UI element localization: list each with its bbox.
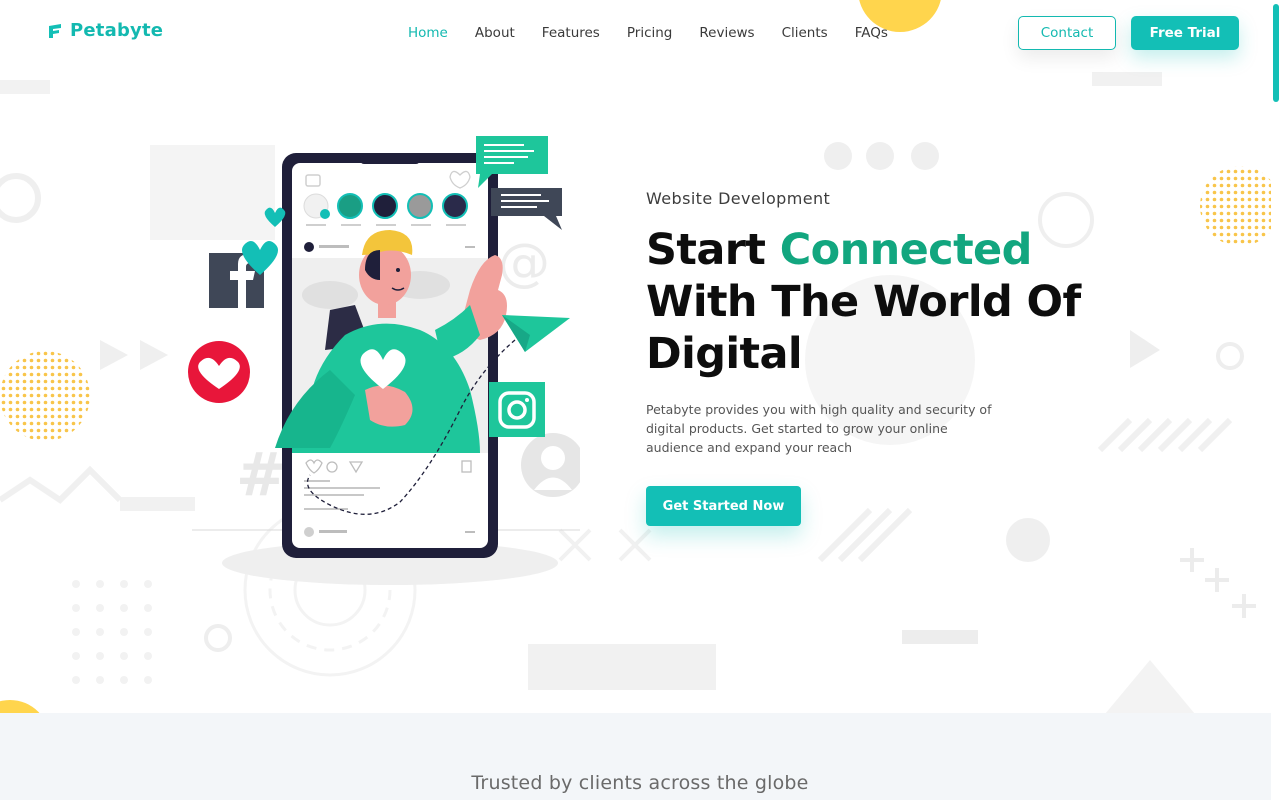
svg-text:@: @ [498, 233, 550, 293]
nav-link-about[interactable]: About [475, 24, 515, 42]
brand-name: Petabyte [70, 20, 164, 41]
user-avatar-icon [521, 433, 580, 497]
headline-line3: Digital [646, 329, 803, 379]
nav-link-features[interactable]: Features [542, 24, 600, 42]
petabyte-logo-icon [49, 23, 61, 38]
nav-link-home[interactable]: Home [408, 24, 448, 42]
scrollbar-thumb[interactable] [1273, 4, 1279, 102]
instagram-icon [489, 382, 545, 437]
paper-plane-icon [502, 315, 570, 352]
nav-link-clients[interactable]: Clients [782, 24, 828, 42]
nav-link-reviews[interactable]: Reviews [699, 24, 754, 42]
hero-eyebrow: Website Development [646, 189, 831, 208]
nav-link-pricing[interactable]: Pricing [627, 24, 673, 42]
get-started-button[interactable]: Get Started Now [646, 486, 801, 526]
hero-description: Petabyte provides you with high quality … [646, 402, 992, 455]
heart-icon [188, 341, 250, 403]
free-trial-button[interactable]: Free Trial [1131, 16, 1239, 50]
headline-accent: Connected [779, 225, 1033, 275]
contact-button[interactable]: Contact [1018, 16, 1116, 50]
page-scrollbar[interactable] [1271, 0, 1280, 800]
main-nav: Home About Features Pricing Reviews Clie… [408, 24, 915, 42]
headline-start: Start [646, 225, 780, 275]
chat-bubble-dark-icon [491, 188, 562, 230]
site-header: Petabyte Home About Features Pricing Rev… [0, 0, 1280, 66]
nav-link-faqs[interactable]: FAQs [855, 24, 888, 42]
hero-illustration: @ # [188, 136, 580, 585]
trusted-title: Trusted by clients across the globe [471, 772, 809, 794]
brand-logo[interactable]: Petabyte [48, 20, 163, 41]
headline-line2: With The World Of [646, 277, 1081, 327]
hero-headline: Start Connected With The World Of Digita… [646, 224, 1166, 380]
hashtag-icon: # [236, 440, 286, 510]
